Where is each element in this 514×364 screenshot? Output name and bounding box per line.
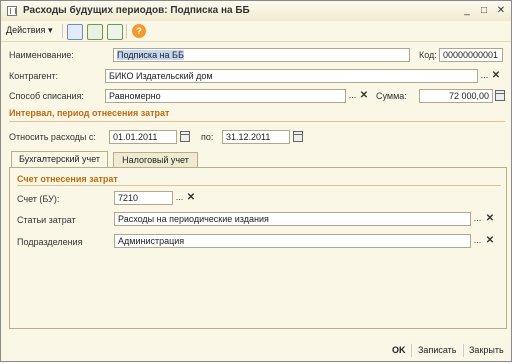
document-window: Расходы будущих периодов: Подписка на ББ…: [0, 0, 512, 362]
date-from-input[interactable]: 01.01.2011: [109, 130, 177, 144]
toolbar: Действия ▾ ?: [1, 21, 511, 42]
cost-account-section-title: Счет отнесения затрат: [17, 174, 118, 184]
document-icon: [7, 6, 17, 16]
account-clear-icon[interactable]: ✕: [186, 191, 196, 205]
sum-input[interactable]: 72 000,00: [419, 89, 493, 103]
actions-menu-button[interactable]: Действия ▾: [6, 25, 52, 36]
method-select-button[interactable]: ...: [347, 89, 358, 103]
cost-items-clear-icon[interactable]: ✕: [485, 212, 495, 226]
name-label: Наименование:: [9, 50, 74, 60]
method-input[interactable]: Равномерно: [105, 89, 346, 103]
method-clear-icon[interactable]: ✕: [359, 89, 369, 103]
footer-separator: [463, 344, 464, 357]
chevron-down-icon: ▾: [47, 25, 53, 35]
code-label: Код:: [419, 50, 437, 60]
department-clear-icon[interactable]: ✕: [485, 234, 495, 248]
toolbar-separator: [62, 24, 63, 38]
ok-button[interactable]: OK: [392, 345, 406, 355]
name-input[interactable]: Подписка на ББ: [113, 48, 410, 62]
interval-from-label: Относить расходы с:: [9, 132, 96, 142]
department-label: Подразделения: [17, 237, 83, 247]
calculator-icon[interactable]: [495, 90, 505, 101]
method-label: Способ списания:: [9, 91, 84, 101]
contractor-input[interactable]: БИКО Издательский дом: [105, 69, 478, 83]
toolbar-separator: [126, 24, 127, 38]
tab-panel: [9, 167, 507, 329]
help-icon[interactable]: ?: [132, 24, 146, 38]
footer-separator: [411, 344, 412, 357]
calendar-icon[interactable]: [180, 131, 190, 142]
department-input[interactable]: Администрация: [114, 234, 471, 248]
calendar-icon[interactable]: [293, 131, 303, 142]
section-divider: [17, 185, 501, 186]
cost-items-label: Статьи затрат: [17, 215, 76, 225]
department-select-button[interactable]: ...: [472, 234, 483, 248]
contractor-select-button[interactable]: ...: [479, 69, 490, 83]
code-input[interactable]: 00000000001: [439, 48, 503, 62]
interval-section-title: Интервал, период отнесения затрат: [9, 108, 170, 118]
tab-tax[interactable]: Налоговый учет: [113, 152, 198, 168]
account-input[interactable]: 7210: [114, 191, 173, 205]
title-bar: Расходы будущих периодов: Подписка на ББ…: [1, 1, 511, 22]
section-divider: [9, 121, 505, 122]
minimize-button[interactable]: _: [461, 5, 473, 17]
contractor-label: Контрагент:: [9, 71, 59, 81]
tab-accounting[interactable]: Бухгалтерский учет: [11, 151, 108, 168]
cost-items-input[interactable]: Расходы на периодические издания: [114, 212, 471, 226]
window-title: Расходы будущих периодов: Подписка на ББ: [23, 5, 250, 16]
close-window-button[interactable]: ✕: [495, 5, 507, 17]
account-select-button[interactable]: ...: [174, 191, 185, 205]
sum-label: Сумма:: [376, 91, 407, 101]
post-document-icon[interactable]: [87, 24, 103, 40]
refresh-icon[interactable]: [107, 24, 123, 40]
maximize-button[interactable]: □: [478, 5, 490, 17]
contractor-clear-icon[interactable]: ✕: [491, 69, 501, 83]
save-button[interactable]: Записать: [418, 345, 456, 355]
actions-label: Действия: [6, 25, 46, 35]
cost-items-select-button[interactable]: ...: [472, 212, 483, 226]
date-to-input[interactable]: 31.12.2011: [222, 130, 290, 144]
footer-bar: OK Записать Закрыть: [1, 341, 511, 361]
interval-to-label: по:: [201, 132, 214, 142]
post-and-close-icon[interactable]: [67, 24, 83, 40]
account-label: Счет (БУ):: [17, 194, 60, 204]
close-button[interactable]: Закрыть: [469, 345, 504, 355]
